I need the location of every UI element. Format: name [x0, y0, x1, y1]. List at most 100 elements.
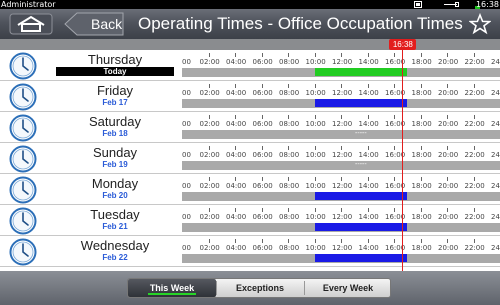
- day-row-sunday[interactable]: Sunday Feb 19 00 02:00 04:00 06:00 08:00 10:00 1…: [0, 143, 500, 174]
- hour-tick-label: 08:00: [279, 213, 300, 221]
- day-date: Feb 22: [102, 253, 128, 262]
- tab-this-week[interactable]: This Week: [128, 279, 216, 297]
- hour-tick: [367, 208, 369, 212]
- hour-tick: [261, 115, 263, 119]
- hour-tick: [394, 84, 395, 88]
- hour-tick: [288, 53, 289, 57]
- hour-tick-label: 14:00: [358, 89, 379, 97]
- day-timeline[interactable]: 00 02:00 04:00 06:00 08:00 10:00 12:00 14:00 16:…: [182, 112, 500, 143]
- hour-tick: [473, 239, 475, 243]
- hour-tick-label: 22:00: [464, 244, 485, 252]
- tab-divider: [216, 281, 217, 295]
- title-bar: Back Operating Times - Office Occupation…: [0, 9, 500, 39]
- day-timeline[interactable]: 00 02:00 04:00 06:00 08:00 10:00 12:00 14:00 16:…: [182, 50, 500, 81]
- hour-tick-label: 02:00: [199, 89, 220, 97]
- day-timeline[interactable]: 00 02:00 04:00 06:00 08:00 10:00 12:00 14:00 16:…: [182, 81, 500, 112]
- hour-tick: [208, 146, 210, 150]
- display-icon: [413, 0, 423, 9]
- usb-icon: [443, 0, 459, 9]
- hour-tick-label: 24: [491, 120, 500, 128]
- user-label: Administrator: [1, 0, 56, 9]
- day-timeline[interactable]: 00 02:00 04:00 06:00 08:00 10:00 12:00 14:00 16:…: [182, 143, 500, 174]
- day-timeline[interactable]: 00 02:00 04:00 06:00 08:00 10:00 12:00 14:00 16:…: [182, 205, 500, 236]
- hour-tick: [473, 208, 475, 212]
- hour-tick-label: 24: [491, 213, 500, 221]
- hour-tick: [341, 208, 342, 212]
- hour-tick: [235, 115, 236, 119]
- hour-tick-label: 12:00: [332, 244, 353, 252]
- hour-tick-label: 20:00: [438, 120, 459, 128]
- hour-tick-label: 02:00: [199, 151, 220, 159]
- weekly-schedule: 16:38 Thursday Today 00 02:00 04:00 06:00 08:0…: [0, 39, 500, 271]
- clock-icon[interactable]: [9, 207, 37, 235]
- hour-tick: [447, 177, 448, 181]
- hour-tick-label: 18:00: [411, 120, 432, 128]
- occupation-bar[interactable]: [314, 254, 408, 262]
- hour-tick: [208, 53, 210, 57]
- hour-tick: [341, 146, 342, 150]
- tab-exceptions[interactable]: Exceptions: [216, 279, 304, 297]
- hour-tick-label: 04:00: [226, 213, 247, 221]
- day-row-monday[interactable]: Monday Feb 20 00 02:00 04:00 06:00 08:00 10:00 1…: [0, 174, 500, 205]
- hour-tick: [447, 239, 448, 243]
- hour-tick-label: 18:00: [411, 89, 432, 97]
- hour-tick: [288, 146, 289, 150]
- hour-tick-label: 08:00: [279, 151, 300, 159]
- favorite-button[interactable]: [468, 12, 492, 35]
- occupation-bar[interactable]: [314, 192, 408, 200]
- hour-tick: [341, 177, 342, 181]
- clock-icon[interactable]: [9, 176, 37, 204]
- hour-tick-label: 06:00: [252, 89, 273, 97]
- hour-tick: [208, 84, 210, 88]
- hour-tick-label: 00: [182, 182, 191, 190]
- hour-tick-label: 24: [491, 244, 500, 252]
- hour-tick: [314, 53, 316, 57]
- hour-tick: [208, 239, 210, 243]
- hour-tick: [341, 84, 342, 88]
- back-button[interactable]: Back: [63, 12, 125, 36]
- hour-tick-label: 20:00: [438, 213, 459, 221]
- hour-tick: [420, 115, 422, 119]
- clock-icon[interactable]: [9, 83, 37, 111]
- day-row-thursday[interactable]: Thursday Today 00 02:00 04:00 06:00 08:00 10:00…: [0, 50, 500, 81]
- hour-tick-label: 00: [182, 58, 191, 66]
- clock-icon[interactable]: [9, 238, 37, 266]
- hour-tick: [235, 146, 236, 150]
- occupation-bar[interactable]: [314, 99, 408, 107]
- day-row-wednesday[interactable]: Wednesday Feb 22 00 02:00 04:00 06:00 08:00 10:…: [0, 236, 500, 267]
- hour-tick-label: 22:00: [464, 182, 485, 190]
- day-row-saturday[interactable]: Saturday Feb 18 00 02:00 04:00 06:00 08:00 10:0…: [0, 112, 500, 143]
- hour-tick: [261, 53, 263, 57]
- day-name: Tuesday: [90, 207, 140, 222]
- hour-tick-label: 02:00: [199, 58, 220, 66]
- day-timeline[interactable]: 00 02:00 04:00 06:00 08:00 10:00 12:00 14:00 16:…: [182, 236, 500, 267]
- hour-tick-label: 24: [491, 89, 500, 97]
- day-row-friday[interactable]: Friday Feb 17 00 02:00 04:00 06:00 08:00 10:00 1…: [0, 81, 500, 112]
- clock-icon[interactable]: [9, 114, 37, 142]
- hour-tick-label: 08:00: [279, 182, 300, 190]
- hour-tick: [420, 239, 422, 243]
- day-timeline[interactable]: 00 02:00 04:00 06:00 08:00 10:00 12:00 14:00 16:…: [182, 174, 500, 205]
- hour-tick-label: 00: [182, 151, 191, 159]
- clock-icon[interactable]: [9, 52, 37, 80]
- hour-tick: [420, 146, 422, 150]
- hour-tick-label: 24: [491, 58, 500, 66]
- day-date: Feb 18: [102, 129, 128, 138]
- hour-tick: [447, 84, 448, 88]
- hour-tick: [367, 84, 369, 88]
- clock-icon[interactable]: [9, 145, 37, 173]
- home-button[interactable]: [9, 13, 53, 35]
- hour-tick: [261, 84, 263, 88]
- hour-tick: [420, 208, 422, 212]
- hour-tick: [235, 53, 236, 57]
- tab-every-week[interactable]: Every Week: [304, 279, 392, 297]
- hour-tick-label: 24: [491, 151, 500, 159]
- occupation-bar[interactable]: [314, 223, 408, 231]
- occupation-bar[interactable]: [314, 68, 408, 76]
- day-name: Sunday: [92, 145, 138, 160]
- tab-label: Exceptions: [235, 283, 284, 293]
- hour-tick-label: 18:00: [411, 244, 432, 252]
- hour-tick-label: 10:00: [305, 182, 326, 190]
- hour-tick: [447, 53, 448, 57]
- day-row-tuesday[interactable]: Tuesday Feb 21 00 02:00 04:00 06:00 08:00 10:00…: [0, 205, 500, 236]
